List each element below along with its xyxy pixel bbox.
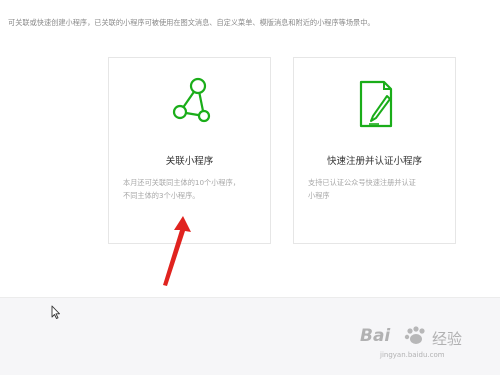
watermark-url: jingyan.baidu.com — [380, 351, 445, 359]
baidu-jingyan-watermark: Bai 经验 jingyan.baidu.com — [358, 322, 494, 370]
register-mini-program-card[interactable]: 快速注册并认证小程序 支持已认证公众号快速注册并认证 小程序 — [293, 57, 456, 244]
link-card-title: 关联小程序 — [165, 156, 214, 167]
red-annotation-arrow-icon — [163, 216, 191, 286]
mouse-cursor-icon — [51, 305, 60, 319]
link-card-description: 本月还可关联同主体的10个小程序， 不同主体的3个小程序。 — [123, 176, 260, 202]
watermark-jingyan: 经验 — [432, 330, 463, 348]
page: 可关联或快速创建小程序，已关联的小程序可被使用在图文消息、自定义菜单、模版消息和… — [0, 0, 500, 375]
link-card-desc-line: 不同主体的3个小程序。 — [123, 191, 200, 200]
watermark-brand: Bai — [360, 326, 391, 346]
network-link-icon — [172, 77, 210, 123]
register-card-desc-line: 小程序 — [308, 191, 330, 200]
document-pen-icon — [359, 80, 392, 128]
register-card-desc-line: 支持已认证公众号快速注册并认证 — [308, 178, 416, 187]
register-card-title: 快速注册并认证小程序 — [326, 156, 422, 167]
intro-text: 可关联或快速创建小程序，已关联的小程序可被使用在图文消息、自定义菜单、模版消息和… — [8, 18, 375, 27]
link-card-desc-line: 本月还可关联同主体的10个小程序， — [123, 178, 240, 187]
register-card-description: 支持已认证公众号快速注册并认证 小程序 — [308, 176, 445, 202]
